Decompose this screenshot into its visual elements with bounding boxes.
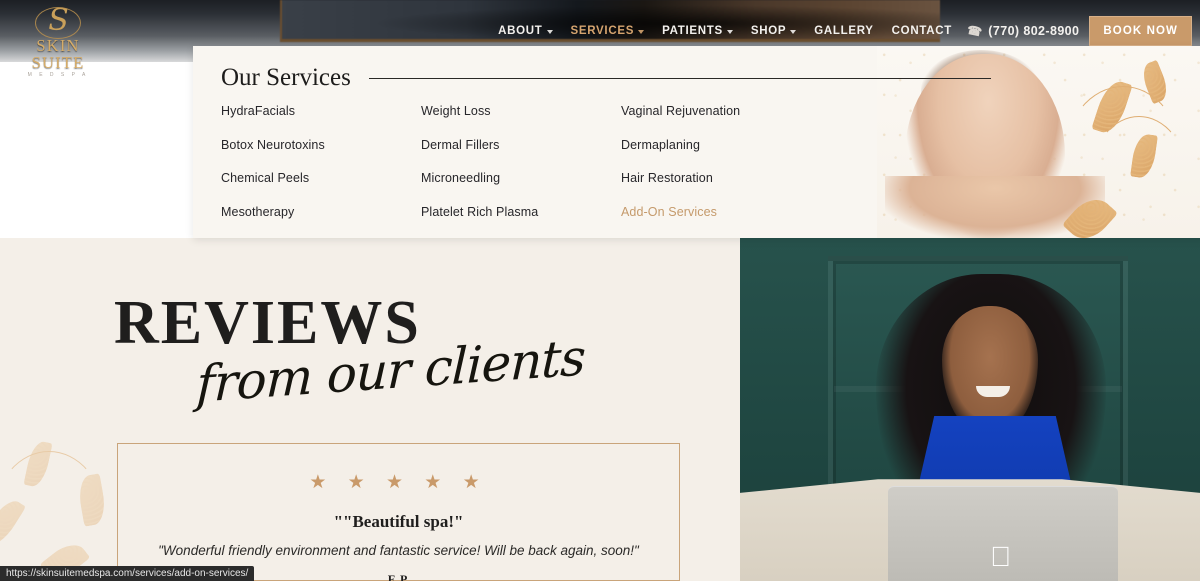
nav-item-about[interactable]: ABOUT: [489, 19, 561, 43]
gold-stem-icon: [0, 451, 104, 581]
service-link-microneedling[interactable]: Microneedling: [421, 171, 621, 185]
service-link-botox-neurotoxins[interactable]: Botox Neurotoxins: [221, 138, 421, 152]
service-link-platelet-rich-plasma[interactable]: Platelet Rich Plasma: [421, 205, 621, 219]
nav-item-label: SERVICES: [570, 25, 635, 37]
divider: [368, 77, 991, 79]
dropdown-title: Our Services: [221, 64, 351, 91]
browser-status-bar: https://skinsuitemedspa.com/services/add…: [0, 566, 255, 581]
nav-item-label: PATIENTS: [662, 25, 723, 37]
gold-stem-icon: [1091, 116, 1187, 236]
dropdown-header: Our Services: [221, 64, 991, 92]
nav-item-shop[interactable]: SHOP: [742, 19, 805, 43]
chevron-down-icon: [790, 29, 797, 34]
nav-item-gallery[interactable]: GALLERY: [805, 19, 882, 43]
service-link-dermal-fillers[interactable]: Dermal Fillers: [421, 138, 621, 152]
nav-item-label: CONTACT: [891, 25, 952, 37]
site-logo[interactable]: S SKIN SUITE M E D S P A: [8, 2, 108, 78]
service-link-vaginal-rejuvenation[interactable]: Vaginal Rejuvenation: [621, 104, 821, 118]
services-column: Vaginal Rejuvenation Dermaplaning Hair R…: [621, 104, 821, 238]
services-column: HydraFacials Botox Neurotoxins Chemical …: [221, 104, 421, 238]
laptop: : [888, 486, 1118, 581]
person-face: [942, 306, 1038, 434]
review-body: "Wonderful friendly environment and fant…: [158, 543, 639, 558]
star-rating-icon: ★ ★ ★ ★ ★: [309, 472, 488, 493]
service-link-hydrafacials[interactable]: HydraFacials: [221, 104, 421, 118]
apple-logo-icon: : [990, 543, 1016, 573]
nav-item-label: GALLERY: [814, 25, 874, 37]
phone-icon: ☎: [965, 22, 984, 40]
chevron-down-icon: [726, 29, 733, 34]
book-now-button[interactable]: BOOK NOW: [1089, 16, 1192, 46]
logo-tagline: M E D S P A: [27, 72, 89, 78]
logo-wordmark: SKIN SUITE: [31, 36, 85, 72]
service-link-mesotherapy[interactable]: Mesotherapy: [221, 205, 421, 219]
nav-item-services[interactable]: SERVICES: [562, 19, 654, 43]
service-link-add-on-services[interactable]: Add-On Services: [621, 205, 821, 219]
services-column: Weight Loss Dermal Fillers Microneedling…: [421, 104, 621, 238]
nav-item-label: ABOUT: [498, 25, 543, 37]
services-link-columns: HydraFacials Botox Neurotoxins Chemical …: [221, 104, 921, 238]
nav-item-label: SHOP: [750, 25, 787, 37]
page-root: S SKIN SUITE M E D S P A ABOUT SERVICES …: [0, 0, 1200, 581]
logo-monogram-icon: S: [8, 2, 108, 38]
service-link-weight-loss[interactable]: Weight Loss: [421, 104, 621, 118]
botanical-watermark: [0, 431, 134, 581]
service-link-chemical-peels[interactable]: Chemical Peels: [221, 171, 421, 185]
review-title: ""Beautiful spa!": [333, 512, 464, 531]
main-navigation: ABOUT SERVICES PATIENTS SHOP GALLERY CON…: [489, 16, 1192, 46]
header-phone-number: (770) 802-8900: [988, 24, 1080, 38]
chevron-down-icon: [638, 29, 645, 34]
reviews-side-photo: : [740, 238, 1200, 581]
nav-item-contact[interactable]: CONTACT: [883, 19, 961, 43]
review-card: ★ ★ ★ ★ ★ ""Beautiful spa!" "Wonderful f…: [117, 443, 680, 581]
service-link-hair-restoration[interactable]: Hair Restoration: [621, 171, 821, 185]
chevron-down-icon: [546, 29, 553, 34]
services-dropdown-panel: Our Services HydraFacials Botox Neurotox…: [193, 46, 1200, 238]
header-phone-link[interactable]: ☎ (770) 802-8900: [961, 18, 1089, 44]
nav-item-patients[interactable]: PATIENTS: [653, 19, 742, 43]
service-link-dermaplaning[interactable]: Dermaplaning: [621, 138, 821, 152]
